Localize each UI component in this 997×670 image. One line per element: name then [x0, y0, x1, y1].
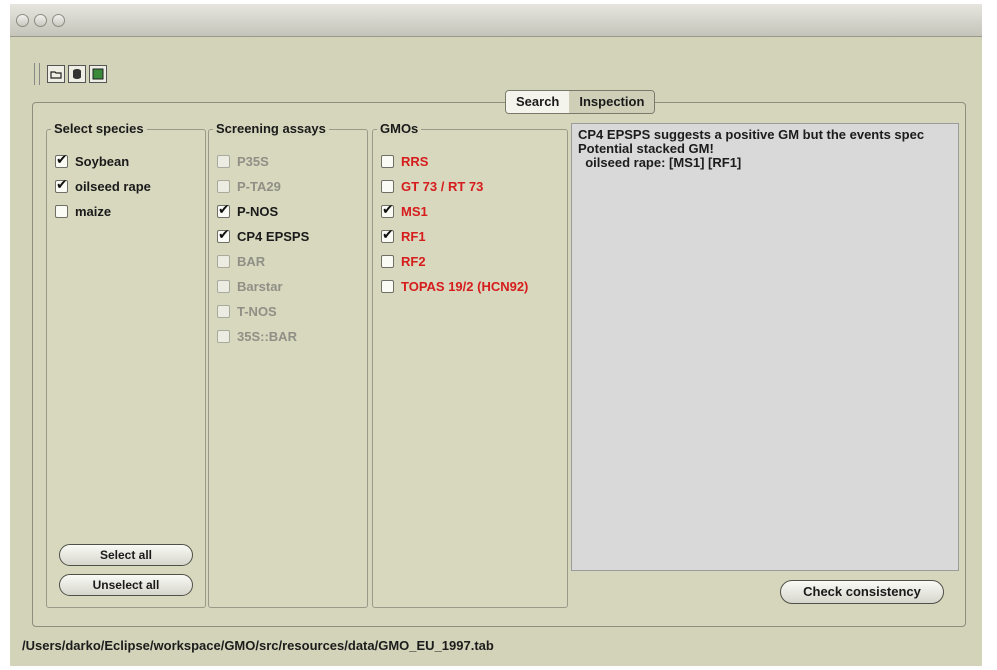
checkbox-label: P-NOS — [237, 203, 279, 219]
checkbox-label: RF1 — [401, 228, 426, 244]
tab-inspection[interactable]: Inspection — [569, 91, 655, 113]
gmo-checkbox-rf2[interactable]: RF2 — [381, 252, 426, 270]
assay-checkbox-t-nos: T-NOS — [217, 302, 277, 320]
checkbox-label: P-TA29 — [237, 178, 281, 194]
checkbox-label: GT 73 / RT 73 — [401, 178, 484, 194]
checkbox[interactable] — [217, 201, 230, 218]
database-icon — [73, 69, 81, 79]
title-bar — [10, 4, 982, 37]
assay-checkbox-cp4-epsps[interactable]: CP4 EPSPS — [217, 226, 310, 245]
tab-bar: Search Inspection — [505, 90, 656, 114]
assay-checkbox-p-ta29: P-TA29 — [217, 177, 281, 195]
database-button[interactable] — [68, 65, 86, 83]
checkbox-label: P35S — [237, 153, 269, 169]
assay-checkbox-barstar: Barstar — [217, 277, 283, 295]
assays-group: Screening assays P35S P-TA29 P-NOS CP4 E… — [208, 121, 368, 608]
unselect-all-button[interactable]: Unselect all — [59, 574, 193, 596]
gmos-group-title: GMOs — [377, 121, 422, 136]
toolbar-grip[interactable] — [34, 63, 40, 85]
checkbox-label: RF2 — [401, 253, 426, 269]
species-group-title: Select species — [51, 121, 147, 136]
checkbox-label: Barstar — [237, 278, 283, 294]
checkbox[interactable] — [217, 226, 230, 243]
checkbox — [217, 279, 230, 293]
assay-checkbox-35s-bar: 35S::BAR — [217, 327, 297, 345]
checkbox-label: maize — [75, 203, 112, 219]
checkbox[interactable] — [381, 201, 394, 218]
image-icon — [92, 68, 104, 80]
species-checkbox-oilseed-rape[interactable]: oilseed rape — [55, 176, 151, 195]
tab-search[interactable]: Search — [506, 91, 570, 113]
checkbox — [217, 179, 230, 193]
assays-group-title: Screening assays — [213, 121, 329, 136]
assay-checkbox-p-nos[interactable]: P-NOS — [217, 201, 279, 220]
checkbox[interactable] — [381, 279, 394, 293]
image-button[interactable] — [89, 65, 107, 83]
species-checkbox-soybean[interactable]: Soybean — [55, 151, 130, 170]
checkbox — [217, 304, 230, 318]
checkbox — [217, 154, 230, 168]
checkbox[interactable] — [55, 151, 68, 168]
checkbox-label: T-NOS — [237, 303, 277, 319]
open-icon — [50, 71, 62, 79]
checkbox-label: Soybean — [75, 153, 130, 169]
checkbox — [217, 254, 230, 268]
minimize-window-button[interactable] — [34, 14, 47, 27]
checkbox[interactable] — [381, 226, 394, 243]
checkbox-label: 35S::BAR — [237, 328, 297, 344]
toolbar — [34, 62, 107, 86]
gmos-group: GMOs RRS GT 73 / RT 73 MS1 RF1 RF2 TOPAS… — [372, 121, 568, 608]
checkbox-label: oilseed rape — [75, 178, 151, 194]
checkbox — [217, 329, 230, 343]
checkbox[interactable] — [381, 179, 394, 193]
gmo-checkbox-topas[interactable]: TOPAS 19/2 (HCN92) — [381, 277, 528, 295]
checkbox-label: CP4 EPSPS — [237, 228, 310, 244]
checkbox-label: TOPAS 19/2 (HCN92) — [401, 278, 529, 294]
checkbox[interactable] — [55, 204, 68, 218]
select-all-button[interactable]: Select all — [59, 544, 193, 566]
checkbox-label: BAR — [237, 253, 266, 269]
consistency-output-text[interactable]: CP4 EPSPS suggests a positive GM but the… — [571, 123, 959, 571]
checkbox-label: RRS — [401, 153, 429, 169]
assay-checkbox-p35s: P35S — [217, 152, 269, 170]
checkbox[interactable] — [381, 254, 394, 268]
species-group: Select species Soybean oilseed rape maiz… — [46, 121, 206, 608]
gmo-checkbox-rf1[interactable]: RF1 — [381, 226, 426, 245]
close-window-button[interactable] — [16, 14, 29, 27]
open-button[interactable] — [47, 65, 65, 83]
checkbox[interactable] — [381, 154, 394, 168]
check-consistency-button[interactable]: Check consistency — [780, 580, 944, 604]
gmo-checkbox-rrs[interactable]: RRS — [381, 152, 428, 170]
species-checkbox-maize[interactable]: maize — [55, 202, 111, 220]
gmo-checkbox-gt73-rt73[interactable]: GT 73 / RT 73 — [381, 177, 483, 195]
status-file-path: /Users/darko/Eclipse/workspace/GMO/src/r… — [22, 638, 494, 653]
checkbox-label: MS1 — [401, 203, 428, 219]
checkbox[interactable] — [55, 176, 68, 193]
assay-checkbox-bar: BAR — [217, 252, 265, 270]
gmo-checkbox-ms1[interactable]: MS1 — [381, 201, 428, 220]
zoom-window-button[interactable] — [52, 14, 65, 27]
